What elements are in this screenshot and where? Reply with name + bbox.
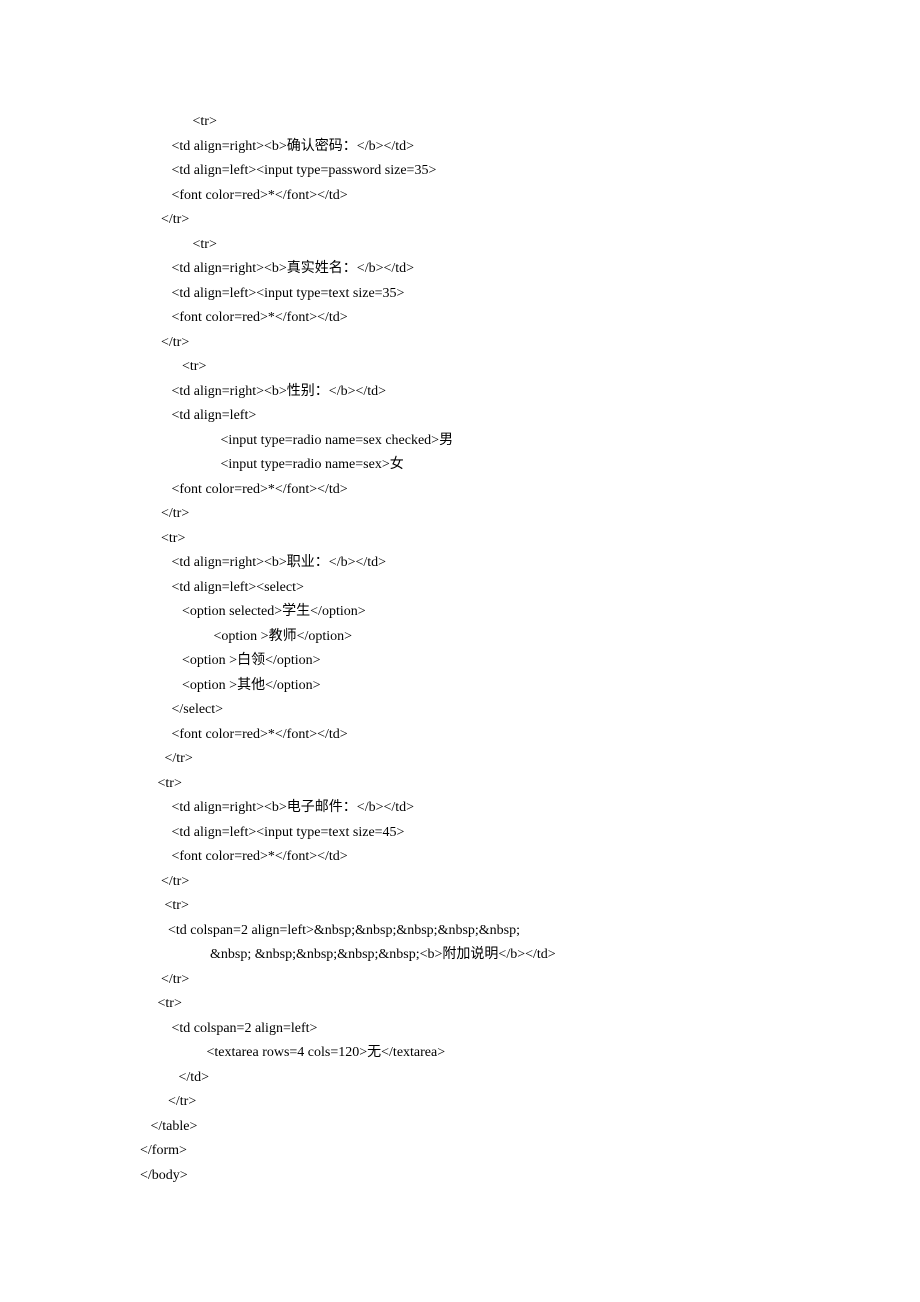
code-line: <font color=red>*</font></td> [140,478,920,503]
code-line: <td align=right><b>真实姓名：</b></td> [140,257,920,282]
code-line: <td align=left><input type=text size=45> [140,821,920,846]
code-line: <td align=right><b>确认密码：</b></td> [140,135,920,160]
code-line: <tr> [140,233,920,258]
code-line: <td align=right><b>性别：</b></td> [140,380,920,405]
code-line: </tr> [140,1090,920,1115]
code-line: <tr> [140,894,920,919]
code-line: <font color=red>*</font></td> [140,845,920,870]
code-line: <option >教师</option> [140,625,920,650]
code-line: </tr> [140,870,920,895]
code-line: <td align=left><input type=text size=35> [140,282,920,307]
code-line: </tr> [140,208,920,233]
code-line: </tr> [140,747,920,772]
code-line: </tr> [140,331,920,356]
code-line: </select> [140,698,920,723]
code-line: <td align=left> [140,404,920,429]
code-line: </body> [140,1164,920,1189]
code-line: <font color=red>*</font></td> [140,306,920,331]
code-line: <textarea rows=4 cols=120>无</textarea> [140,1041,920,1066]
code-line: </td> [140,1066,920,1091]
code-line: <td colspan=2 align=left>&nbsp;&nbsp;&nb… [140,919,920,944]
code-line: <input type=radio name=sex>女 [140,453,920,478]
code-line: </tr> [140,968,920,993]
code-line: <td align=left><input type=password size… [140,159,920,184]
code-line: <tr> [140,110,920,135]
code-line: <option selected>学生</option> [140,600,920,625]
code-line: <td align=left><select> [140,576,920,601]
code-line: <tr> [140,772,920,797]
code-line: <input type=radio name=sex checked>男 [140,429,920,454]
code-line: <tr> [140,527,920,552]
code-line: <option >白领</option> [140,649,920,674]
code-line: <option >其他</option> [140,674,920,699]
code-document: <tr> <td align=right><b>确认密码：</b></td> <… [140,110,920,1188]
code-line: <td align=right><b>职业：</b></td> [140,551,920,576]
code-line: <td align=right><b>电子邮件：</b></td> [140,796,920,821]
code-line: </table> [140,1115,920,1140]
code-line: <tr> [140,355,920,380]
code-line: </tr> [140,502,920,527]
code-line: &nbsp; &nbsp;&nbsp;&nbsp;&nbsp;<b>附加说明</… [140,943,920,968]
code-line: <font color=red>*</font></td> [140,184,920,209]
code-line: <td colspan=2 align=left> [140,1017,920,1042]
code-line: </form> [140,1139,920,1164]
code-line: <font color=red>*</font></td> [140,723,920,748]
code-line: <tr> [140,992,920,1017]
